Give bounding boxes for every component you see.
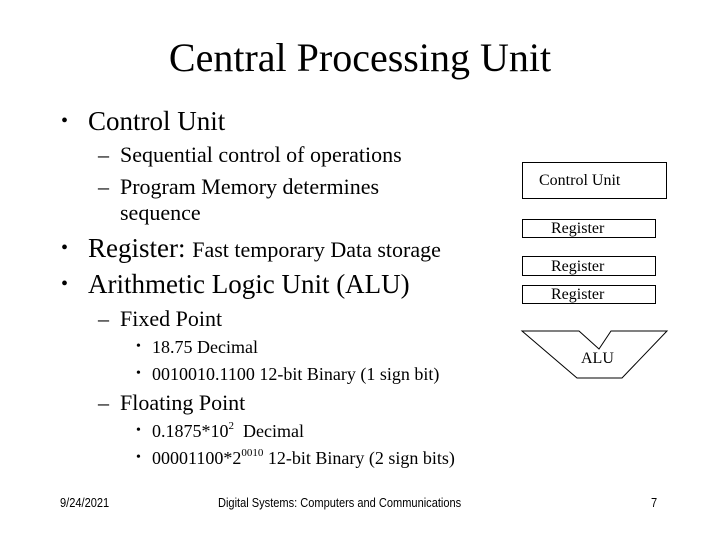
bullet-text: Arithmetic Logic Unit (ALU) xyxy=(88,269,410,299)
register-box-2: Register xyxy=(522,256,656,276)
item-suffix: Decimal xyxy=(234,421,304,441)
bullet-icon: • xyxy=(61,273,69,295)
register-box-label: Register xyxy=(551,286,605,303)
footer-course: Digital Systems: Computers and Communica… xyxy=(218,495,462,510)
item-exponent: 0010 xyxy=(241,447,264,459)
bullet-icon: • xyxy=(136,423,141,438)
sub-bullet-fixed-point: – Fixed Point xyxy=(98,306,223,332)
control-unit-box-label: Control Unit xyxy=(539,172,621,189)
register-box-1: Register xyxy=(522,219,656,238)
item-fixed-binary: • 0010010.1100 12-bit Binary (1 sign bit… xyxy=(136,363,440,385)
item-float-decimal: • 0.1875*102 Decimal xyxy=(136,420,304,442)
dash-icon: – xyxy=(98,142,109,167)
alu-label: ALU xyxy=(581,350,614,367)
sub-bullet-continuation: sequence xyxy=(120,200,201,225)
bullet-control-unit: • Control Unit xyxy=(61,105,226,137)
bullet-text: Control Unit xyxy=(88,106,226,136)
item-base: 0.1875*10 xyxy=(152,421,229,441)
bullet-icon: • xyxy=(136,366,141,381)
bullet-text: Register: xyxy=(88,233,193,263)
slide-title: Central Processing Unit xyxy=(168,35,552,80)
sub-bullet-text: Sequential control of operations xyxy=(120,142,402,167)
item-base: 00001100*2 xyxy=(152,448,242,468)
sub-bullet-floating-point: – Floating Point xyxy=(98,390,246,416)
bullet-description: Fast temporary Data storage xyxy=(192,237,441,262)
footer-date: 9/24/2021 xyxy=(60,495,110,510)
bullet-register: • Register: Fast temporary Data storage xyxy=(61,232,441,266)
sub-bullet-text: Program Memory determines xyxy=(120,174,380,199)
bullet-icon: • xyxy=(136,450,141,465)
item-text: 18.75 Decimal xyxy=(152,337,258,357)
item-suffix: 12-bit Binary (2 sign bits) xyxy=(263,448,455,468)
sub-bullet-text: Fixed Point xyxy=(120,306,223,331)
control-unit-box: Control Unit xyxy=(522,162,667,199)
register-box-label: Register xyxy=(551,220,605,237)
item-float-binary: • 00001100*20010 12-bit Binary (2 sign b… xyxy=(136,447,455,469)
bullet-alu: • Arithmetic Logic Unit (ALU) xyxy=(61,268,410,300)
footer-page-number: 7 xyxy=(651,495,658,510)
bullet-icon: • xyxy=(61,237,69,259)
item-text: 0010010.1100 12-bit Binary (1 sign bit) xyxy=(152,364,440,384)
sub-bullet-program-memory: – Program Memory determines xyxy=(98,174,380,200)
bullet-icon: • xyxy=(61,110,69,132)
dash-icon: – xyxy=(98,306,109,331)
register-box-3: Register xyxy=(522,285,656,304)
item-fixed-decimal: • 18.75 Decimal xyxy=(136,336,258,358)
dash-icon: – xyxy=(98,390,109,415)
register-box-label: Register xyxy=(551,258,605,275)
sub-bullet-text: Floating Point xyxy=(120,390,246,415)
dash-icon: – xyxy=(98,174,109,199)
bullet-icon: • xyxy=(136,339,141,354)
sub-bullet-sequential: – Sequential control of operations xyxy=(98,142,402,168)
